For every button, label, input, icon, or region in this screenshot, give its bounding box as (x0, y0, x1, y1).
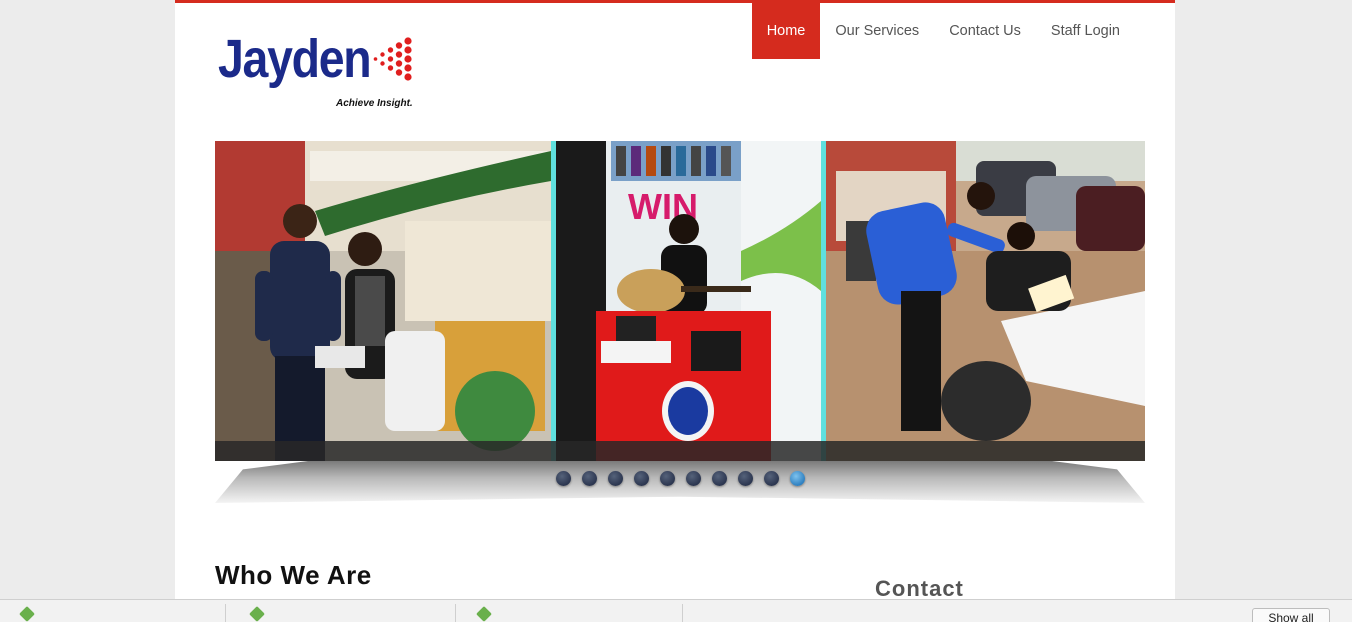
slider-dot[interactable] (582, 471, 597, 486)
slider-dot[interactable] (764, 471, 779, 486)
download-item[interactable] (230, 604, 456, 622)
downloads-bar: Show all (0, 599, 1352, 622)
main-nav: Home Our Services Contact Us Staff Login (751, 3, 1135, 59)
outdoor-survey-photo (826, 141, 1145, 461)
show-all-button[interactable]: Show all (1252, 608, 1330, 622)
slider-dot[interactable] (634, 471, 649, 486)
page-container: Jayden Achieve Insight. Home Our Service… (175, 0, 1175, 601)
slider-dot[interactable] (712, 471, 727, 486)
logo-wordmark: Jayden (218, 29, 372, 89)
slider-dot[interactable] (608, 471, 623, 486)
download-item[interactable] (0, 604, 226, 622)
guitarist-promo-booth-photo: WIN (556, 141, 821, 461)
slider-dot[interactable] (686, 471, 701, 486)
slider-caption-bar (215, 441, 1145, 461)
nav-item-contact-us[interactable]: Contact Us (934, 3, 1036, 59)
slider-dot-active[interactable] (790, 471, 805, 486)
nav-item-home[interactable]: Home (751, 3, 821, 59)
promoters-at-mall-photo (215, 141, 551, 461)
slider-dot[interactable] (738, 471, 753, 486)
nav-item-staff-login[interactable]: Staff Login (1036, 3, 1135, 59)
download-file-icon (249, 605, 265, 622)
slider-dot[interactable] (556, 471, 571, 486)
download-file-icon (19, 605, 35, 622)
hero-slider[interactable]: WIN (215, 141, 1145, 461)
download-file-icon (476, 605, 492, 622)
who-we-are-heading: Who We Are (215, 560, 372, 590)
slider-pagination (556, 471, 805, 486)
slider-dot[interactable] (660, 471, 675, 486)
download-item[interactable] (457, 604, 683, 622)
logo-dots-icon (373, 37, 412, 81)
nav-item-our-services[interactable]: Our Services (820, 3, 934, 59)
site-logo[interactable]: Jayden Achieve Insight. (218, 29, 418, 119)
logo-tagline: Achieve Insight. (336, 98, 413, 109)
